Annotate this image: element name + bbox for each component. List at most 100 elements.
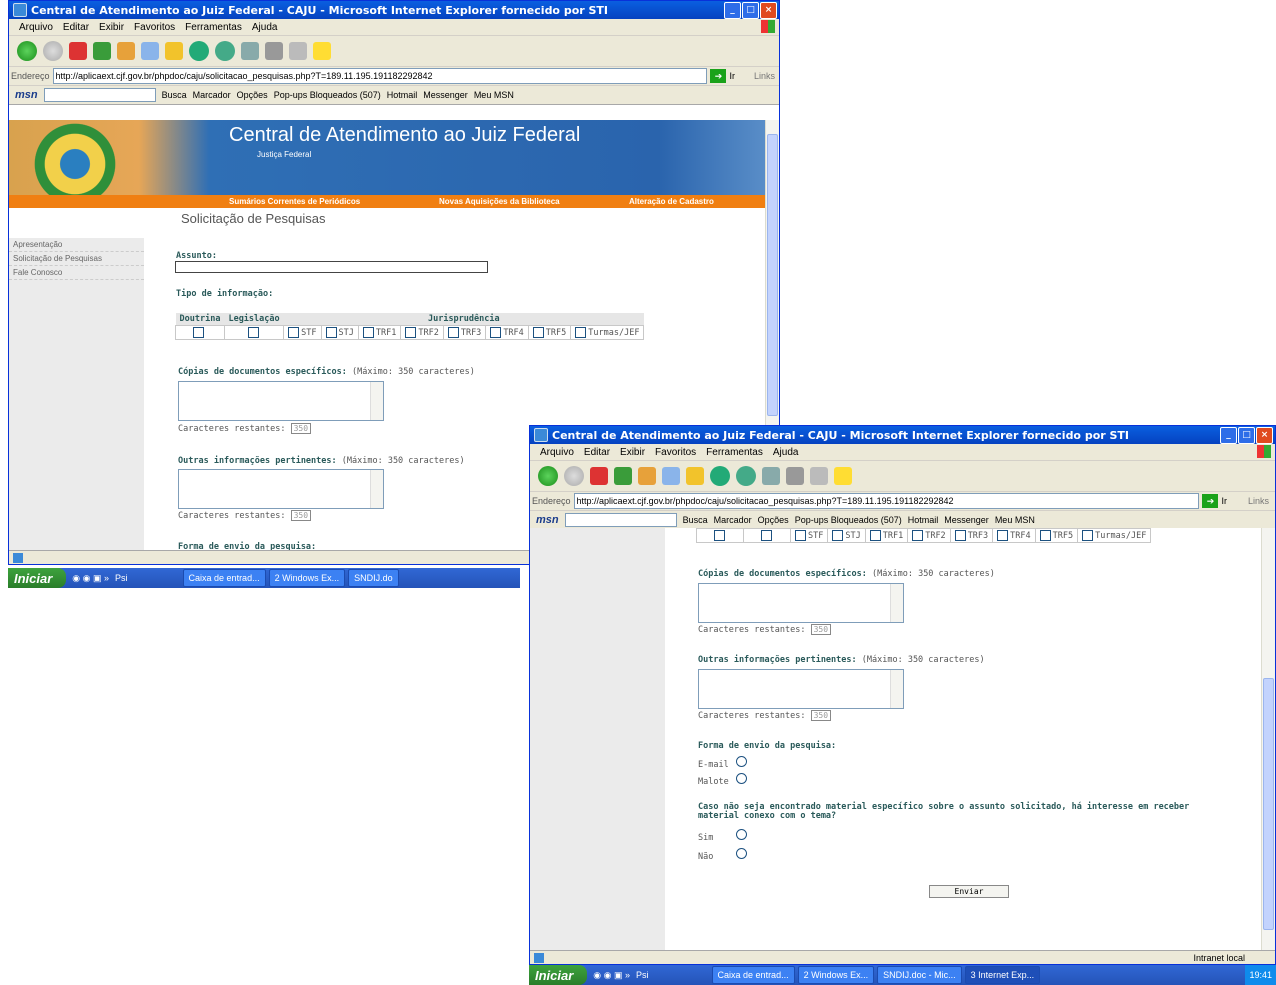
address-input[interactable]: http://aplicaext.cjf.gov.br/phpdoc/caju/…: [52, 68, 708, 84]
print-icon[interactable]: [265, 42, 283, 60]
msn-logo[interactable]: msn: [536, 514, 559, 526]
start-button[interactable]: Iniciar: [529, 965, 588, 985]
busca-button[interactable]: Busca: [162, 90, 187, 100]
close-button[interactable]: ×: [1256, 427, 1273, 444]
trf5-checkbox[interactable]: [1039, 530, 1051, 541]
media-icon[interactable]: [189, 41, 209, 61]
outras-textarea[interactable]: [178, 469, 384, 509]
psi-toolbar-item[interactable]: Psi: [636, 970, 649, 980]
hotmail-button[interactable]: Hotmail: [908, 515, 939, 525]
side-menu-fale-conosco[interactable]: Fale Conosco: [9, 266, 144, 280]
trf4-checkbox[interactable]: [490, 327, 502, 338]
address-input[interactable]: http://aplicaext.cjf.gov.br/phpdoc/caju/…: [573, 493, 1200, 509]
go-label[interactable]: Ir: [1221, 496, 1227, 506]
nav-novas-aquisicoes[interactable]: Novas Aquisições da Biblioteca: [439, 197, 560, 206]
menu-favoritos[interactable]: Favoritos: [134, 22, 175, 33]
favorites-icon[interactable]: [686, 467, 704, 485]
mail-icon[interactable]: [762, 467, 780, 485]
textarea-scrollbar[interactable]: [890, 670, 903, 708]
popups-button[interactable]: Pop-ups Bloqueados (507): [274, 90, 381, 100]
msn-search-input[interactable]: [564, 513, 677, 527]
trf2-checkbox[interactable]: [912, 530, 924, 541]
scrollbar-thumb[interactable]: [1263, 678, 1274, 930]
hotmail-button[interactable]: Hotmail: [387, 90, 418, 100]
enviar-button[interactable]: Enviar: [929, 885, 1009, 898]
menu-ferramentas[interactable]: Ferramentas: [706, 447, 763, 458]
back-icon[interactable]: [538, 466, 558, 486]
refresh-icon[interactable]: [614, 467, 632, 485]
clock[interactable]: 19:41: [1249, 970, 1272, 980]
maximize-button[interactable]: □: [1238, 427, 1255, 444]
nav-sumarios[interactable]: Sumários Correntes de Periódicos: [229, 197, 360, 206]
scrollbar-thumb[interactable]: [767, 134, 778, 416]
history-icon[interactable]: [215, 41, 235, 61]
psi-toolbar-item[interactable]: Psi: [115, 573, 128, 583]
malote-radio[interactable]: [736, 773, 747, 784]
quicklaunch-icons[interactable]: ◉ ◉ ▣ »: [593, 970, 630, 981]
media-icon[interactable]: [710, 466, 730, 486]
trf2-checkbox[interactable]: [405, 327, 417, 338]
task-sndij[interactable]: SNDIJ.doc - Mic...: [877, 966, 962, 984]
task-windows-explorer[interactable]: 2 Windows Ex...: [797, 966, 875, 984]
msn-logo[interactable]: msn: [15, 89, 38, 101]
marcador-button[interactable]: Marcador: [714, 515, 752, 525]
links-label[interactable]: Links: [1230, 496, 1275, 506]
menu-ajuda[interactable]: Ajuda: [252, 22, 278, 33]
title-bar[interactable]: Central de Atendimento ao Juiz Federal -…: [9, 1, 779, 19]
back-icon[interactable]: [17, 41, 37, 61]
task-sndij[interactable]: SNDIJ.do: [348, 569, 399, 587]
minimize-button[interactable]: _: [724, 2, 741, 19]
turmas-jef-checkbox[interactable]: [575, 327, 587, 338]
forward-icon[interactable]: [43, 41, 63, 61]
task-caixa-entrada[interactable]: Caixa de entrad...: [711, 966, 795, 984]
home-icon[interactable]: [638, 467, 656, 485]
nav-alteracao-cadastro[interactable]: Alteração de Cadastro: [629, 197, 714, 206]
task-windows-explorer[interactable]: 2 Windows Ex...: [268, 569, 346, 587]
trf1-checkbox[interactable]: [869, 530, 881, 541]
forward-icon[interactable]: [564, 466, 584, 486]
browser-window-front[interactable]: Central de Atendimento ao Juiz Federal -…: [529, 425, 1276, 965]
messenger-icon[interactable]: [834, 467, 852, 485]
assunto-input[interactable]: [175, 261, 488, 273]
stj-checkbox[interactable]: [832, 530, 844, 541]
stop-icon[interactable]: [69, 42, 87, 60]
menu-ajuda[interactable]: Ajuda: [773, 447, 799, 458]
menu-exibir[interactable]: Exibir: [620, 447, 645, 458]
stf-checkbox[interactable]: [795, 530, 806, 541]
copias-textarea[interactable]: [178, 381, 384, 421]
trf4-checkbox[interactable]: [997, 530, 1009, 541]
marcador-button[interactable]: Marcador: [193, 90, 231, 100]
title-bar[interactable]: Central de Atendimento ao Juiz Federal -…: [530, 426, 1275, 444]
textarea-scrollbar[interactable]: [890, 584, 903, 622]
edit-icon[interactable]: [810, 467, 828, 485]
search-icon[interactable]: [662, 467, 680, 485]
minimize-button[interactable]: _: [1220, 427, 1237, 444]
outras-textarea[interactable]: [698, 669, 904, 709]
print-icon[interactable]: [786, 467, 804, 485]
busca-button[interactable]: Busca: [683, 515, 708, 525]
trf5-checkbox[interactable]: [532, 327, 544, 338]
maximize-button[interactable]: □: [742, 2, 759, 19]
menu-editar[interactable]: Editar: [584, 447, 610, 458]
messenger-icon[interactable]: [313, 42, 331, 60]
meu-msn-button[interactable]: Meu MSN: [474, 90, 514, 100]
textarea-scrollbar[interactable]: [370, 470, 383, 508]
stf-checkbox[interactable]: [288, 327, 300, 338]
quicklaunch-icons[interactable]: ◉ ◉ ▣ »: [72, 573, 109, 584]
mail-icon[interactable]: [241, 42, 259, 60]
menu-exibir[interactable]: Exibir: [99, 22, 124, 33]
doutrina-checkbox[interactable]: [713, 530, 725, 541]
trf3-checkbox[interactable]: [954, 530, 966, 541]
side-menu-solicitacao[interactable]: Solicitação de Pesquisas: [9, 252, 144, 266]
search-icon[interactable]: [141, 42, 159, 60]
history-icon[interactable]: [736, 466, 756, 486]
favorites-icon[interactable]: [165, 42, 183, 60]
refresh-icon[interactable]: [93, 42, 111, 60]
doutrina-checkbox[interactable]: [193, 327, 205, 338]
opcoes-button[interactable]: Opções: [758, 515, 789, 525]
messenger-button[interactable]: Messenger: [423, 90, 468, 100]
menu-ferramentas[interactable]: Ferramentas: [185, 22, 242, 33]
close-button[interactable]: ×: [760, 2, 777, 19]
legislacao-checkbox[interactable]: [760, 530, 772, 541]
menu-favoritos[interactable]: Favoritos: [655, 447, 696, 458]
